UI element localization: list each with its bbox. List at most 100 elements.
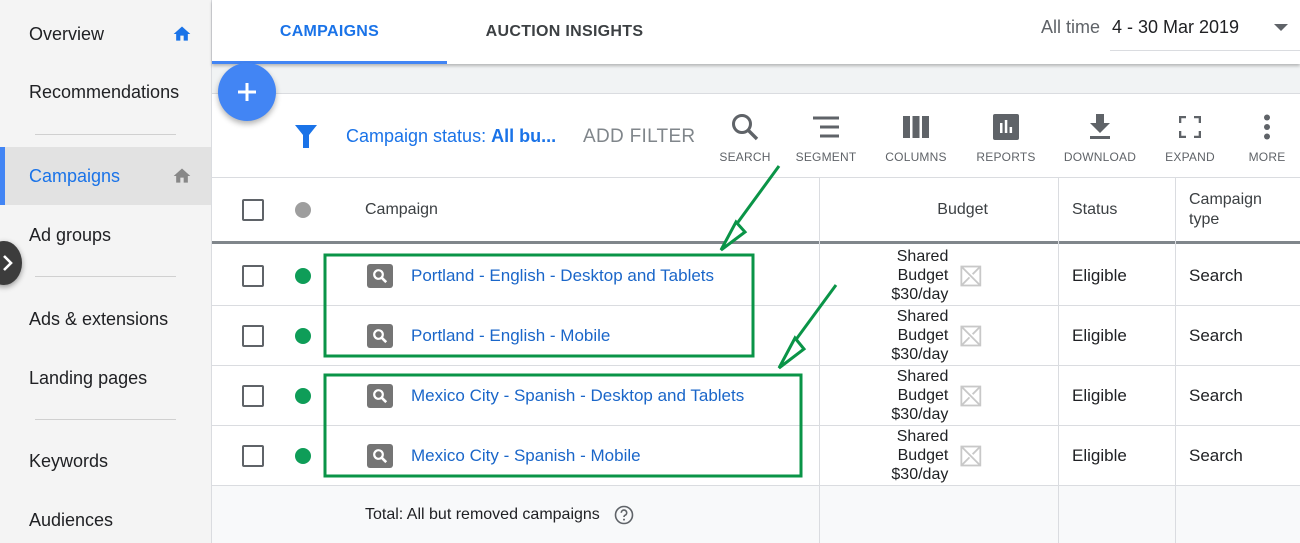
status-value: Eligible [1072,385,1127,405]
sidebar-item-keywords[interactable]: Keywords [0,432,211,490]
search-campaign-type-icon [367,323,393,348]
row-checkbox[interactable] [242,264,264,287]
row-checkbox[interactable] [242,324,264,347]
budget-value[interactable]: Shared Budget $30/day [852,307,948,364]
filter-value: All bu... [491,126,557,146]
tool-label: DOWNLOAD [1063,150,1137,164]
sidebar-item-label: Keywords [29,450,109,471]
campaign-status-filter[interactable]: Campaign status: All bu... [346,126,556,147]
columns-icon [903,116,929,138]
tab-auction-insights[interactable]: AUCTION INSIGHTS [447,0,682,64]
date-range-select[interactable]: 4 - 30 Mar 2019 [1110,17,1300,51]
dropdown-arrow-icon [1274,24,1288,31]
campaign-name-link[interactable]: Mexico City - Spanish - Mobile [411,446,641,466]
add-campaign-button[interactable] [218,63,276,121]
segment-button[interactable]: SEGMENT [794,110,858,164]
more-button[interactable]: MORE [1246,110,1288,164]
tool-label: REPORTS [976,150,1036,164]
help-icon[interactable] [614,505,634,525]
budget-value[interactable]: Shared Budget $30/day [852,247,948,304]
table-row: Portland - English - Desktop and Tablets… [212,246,1300,306]
enabled-status-dot[interactable] [295,327,311,344]
sidebar-item-ads-extensions[interactable]: Ads & extensions [0,290,211,348]
total-label: Total: All but removed campaigns [365,505,600,523]
sidebar-divider [35,276,176,277]
filter-label: Campaign status: [346,126,492,146]
sidebar-item-recommendations[interactable]: Recommendations [0,63,211,121]
column-header-campaign-type[interactable]: Campaign type [1189,178,1289,241]
sidebar-item-audiences[interactable]: Audiences [0,491,211,543]
table-total-row: Total: All but removed campaigns [212,486,1300,543]
search-icon [732,114,759,141]
table-row: Mexico City - Spanish - Desktop and Tabl… [212,366,1300,426]
status-dot-header [295,201,311,218]
date-range-value: 4 - 30 Mar 2019 [1112,17,1240,37]
sidebar-item-label: Ads & extensions [29,308,169,329]
sidebar-item-landing-pages[interactable]: Landing pages [0,349,211,407]
campaign-type-value: Search [1189,325,1243,345]
table-row: Mexico City - Spanish - Mobile Shared Bu… [212,426,1300,486]
sidebar-divider [35,419,176,420]
sidebar-item-campaigns[interactable]: Campaigns [0,147,211,205]
search-button[interactable]: SEARCH [719,110,770,164]
search-campaign-type-icon [367,443,393,468]
column-header-budget[interactable]: Budget [820,178,988,241]
campaign-type-value: Search [1189,265,1243,285]
segment-icon [813,116,839,138]
sidebar-item-label: Audiences [29,509,114,530]
home-icon [173,168,191,183]
sidebar-item-label: Overview [29,23,105,44]
no-chart-icon [960,265,982,286]
toolbar-spacer [212,64,1300,94]
campaign-type-value: Search [1189,445,1243,465]
campaign-name-link[interactable]: Mexico City - Spanish - Desktop and Tabl… [411,386,744,406]
columns-button[interactable]: COLUMNS [884,110,948,164]
column-header-status[interactable]: Status [1072,178,1117,241]
column-divider [819,178,820,543]
sidebar-item-label: Ad groups [29,224,112,245]
search-campaign-type-icon [367,383,393,408]
sidebar: Overview Recommendations Campaigns Ad gr… [0,0,212,543]
search-campaign-type-icon [367,263,393,288]
filter-icon[interactable] [294,124,318,150]
sidebar-item-overview[interactable]: Overview [0,5,211,63]
chevron-right-icon [3,255,13,271]
status-value: Eligible [1072,325,1127,345]
more-vert-icon [1264,114,1270,140]
column-header-campaign[interactable]: Campaign [365,178,438,241]
download-button[interactable]: DOWNLOAD [1064,110,1136,164]
date-range-picker[interactable]: All time 4 - 30 Mar 2019 [1041,0,1300,64]
expand-button[interactable]: EXPAND [1160,110,1220,164]
table-row: Portland - English - Mobile Shared Budge… [212,306,1300,366]
reports-button[interactable]: REPORTS [976,110,1036,164]
column-divider [1058,178,1059,543]
tool-label: COLUMNS [885,150,947,164]
tab-campaigns[interactable]: CAMPAIGNS [212,0,447,64]
no-chart-icon [960,325,982,346]
budget-value[interactable]: Shared Budget $30/day [852,367,948,424]
add-filter-button[interactable]: ADD FILTER [583,126,695,148]
table-header-row: Campaign Budget Status Campaign type [212,178,1300,244]
plus-icon [238,83,256,101]
select-all-checkbox[interactable] [242,198,264,221]
enabled-status-dot[interactable] [295,387,311,404]
tool-label: EXPAND [1165,150,1215,164]
row-checkbox[interactable] [242,384,264,407]
home-icon [173,26,191,41]
download-icon [1090,114,1110,139]
tool-label: SEGMENT [795,150,857,164]
date-range-label: All time [1040,17,1100,37]
tab-label: AUCTION INSIGHTS [485,23,644,40]
row-checkbox[interactable] [242,444,264,467]
sidebar-item-ad-groups[interactable]: Ad groups [0,206,211,264]
campaign-name-link[interactable]: Portland - English - Desktop and Tablets [411,266,714,286]
campaigns-table: Campaign Budget Status Campaign type Por… [212,178,1300,543]
budget-value[interactable]: Shared Budget $30/day [852,427,948,484]
campaign-type-value: Search [1189,385,1243,405]
sidebar-item-label: Recommendations [29,81,180,102]
enabled-status-dot[interactable] [295,267,311,284]
no-chart-icon [960,445,982,466]
campaign-name-link[interactable]: Portland - English - Mobile [411,326,610,346]
top-tab-bar: CAMPAIGNS AUCTION INSIGHTS All time 4 - … [212,0,1300,64]
enabled-status-dot[interactable] [295,447,311,464]
